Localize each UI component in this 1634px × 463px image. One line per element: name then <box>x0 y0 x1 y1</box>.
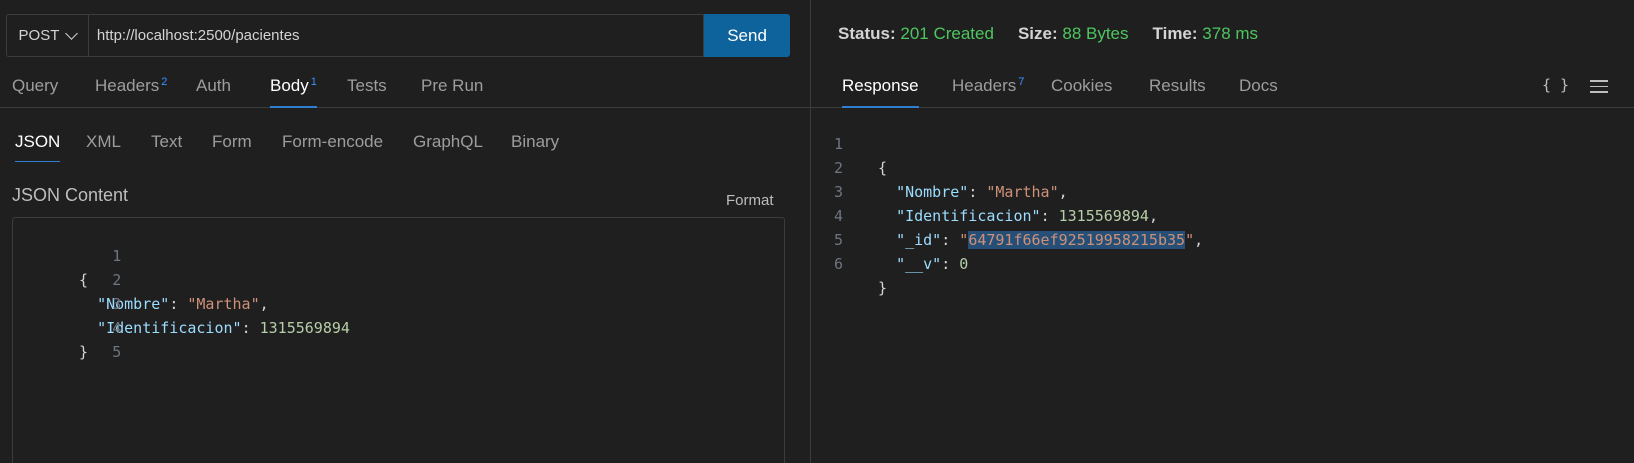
body-type-binary[interactable]: Binary <box>511 132 559 162</box>
code-line: 3 "Identificacion": 1315569894 <box>13 268 784 337</box>
tab-pre-run[interactable]: Pre Run <box>421 76 483 108</box>
tab-label: Body <box>270 76 309 95</box>
send-button[interactable]: Send <box>704 14 790 57</box>
code-line: 6 } <box>811 228 1634 297</box>
code-line: 2 "Nombre": "Martha", <box>811 132 1634 201</box>
json-key: "__v" <box>896 255 942 273</box>
tab-headers[interactable]: Headers 2 <box>95 76 167 108</box>
body-count-badge: 1 <box>310 76 317 88</box>
url-input[interactable]: http://localhost:2500/pacientes <box>87 14 705 57</box>
code-line: 2 "Nombre": "Martha", <box>13 244 784 313</box>
status-value: 201 Created <box>900 24 994 43</box>
tab-label: Response <box>842 76 919 95</box>
tab-label: Headers <box>95 76 160 95</box>
format-button[interactable]: Format <box>726 192 774 209</box>
method-select[interactable]: POST <box>6 14 88 57</box>
tab-response[interactable]: Response <box>842 76 919 108</box>
menu-icon[interactable] <box>1590 80 1608 97</box>
headers-count-badge: 2 <box>161 76 168 88</box>
body-type-tabs: JSON XML Text Form Form-encode GraphQL B… <box>0 132 810 162</box>
response-pane: Status: 201 Created Size: 88 Bytes Time:… <box>811 0 1634 463</box>
tab-tests[interactable]: Tests <box>347 76 387 108</box>
size-value: 88 Bytes <box>1062 24 1129 43</box>
url-bar: POST http://localhost:2500/pacientes Sen… <box>6 14 790 57</box>
status-label: Status: <box>838 24 896 43</box>
code-line: 4 "_id": "64791f66ef92519958215b35", <box>811 180 1634 249</box>
method-label: POST <box>18 27 60 44</box>
tab-cookies[interactable]: Cookies <box>1051 76 1112 108</box>
tab-docs[interactable]: Docs <box>1239 76 1278 108</box>
code-line: 5 <box>13 316 784 361</box>
body-type-json[interactable]: JSON <box>15 132 61 162</box>
code-line: 5 "__v": 0 <box>811 204 1634 273</box>
json-colon: : <box>941 255 960 273</box>
body-type-form[interactable]: Form <box>212 132 252 162</box>
body-type-text[interactable]: Text <box>151 132 182 162</box>
line-number: 5 <box>112 343 122 361</box>
tab-label: Results <box>1149 76 1206 95</box>
json-body-editor[interactable]: 1 { 2 "Nombre": "Martha", 3 "Identificac… <box>12 217 785 463</box>
size-label: Size: <box>1017 24 1058 43</box>
tab-label: Auth <box>196 76 231 95</box>
tab-label: Query <box>12 76 59 95</box>
body-type-xml[interactable]: XML <box>86 132 121 162</box>
response-tabs: Response Headers 7 Cookies Results Docs {… <box>811 70 1634 108</box>
tab-label: Pre Run <box>421 76 484 95</box>
json-brace: } <box>878 279 888 297</box>
code-line: 3 "Identificacion": 1315569894, <box>811 156 1634 225</box>
code-line: 1 { <box>811 108 1634 177</box>
tab-label: Headers <box>952 76 1017 95</box>
code-line: 4 } <box>13 292 784 361</box>
status-info: Status: 201 Created <box>838 24 994 44</box>
body-type-form-encode[interactable]: Form-encode <box>282 132 383 162</box>
time-value: 378 ms <box>1202 24 1259 43</box>
json-number: 0 <box>959 255 969 273</box>
json-content-title: JSON Content <box>12 185 129 205</box>
code-line: 1 { <box>13 220 784 289</box>
tab-auth[interactable]: Auth <box>196 76 231 108</box>
braces-icon[interactable]: { } <box>1542 76 1569 94</box>
time-label: Time: <box>1152 24 1198 43</box>
size-info: Size: 88 Bytes <box>1018 24 1129 44</box>
response-body-viewer: 1 { 2 "Nombre": "Martha", 3 "Identificac… <box>811 108 1634 297</box>
body-type-graphql[interactable]: GraphQL <box>413 132 483 162</box>
request-pane: POST http://localhost:2500/pacientes Sen… <box>0 0 810 463</box>
tab-label: Cookies <box>1051 76 1113 95</box>
tab-label: Docs <box>1239 76 1278 95</box>
time-info: Time: 378 ms <box>1153 24 1259 44</box>
response-headers-count-badge: 7 <box>1018 76 1025 88</box>
request-tabs: Query Headers 2 Auth Body 1 Tests Pre Run <box>0 70 810 108</box>
chevron-down-icon <box>65 26 79 40</box>
tab-results[interactable]: Results <box>1149 76 1206 108</box>
tab-label: Tests <box>347 76 387 95</box>
tab-response-headers[interactable]: Headers 7 <box>952 76 1024 108</box>
line-number: 6 <box>833 255 843 273</box>
tab-query[interactable]: Query <box>12 76 58 108</box>
response-status-bar: Status: 201 Created Size: 88 Bytes Time:… <box>838 24 1258 44</box>
tab-body[interactable]: Body 1 <box>270 76 317 108</box>
